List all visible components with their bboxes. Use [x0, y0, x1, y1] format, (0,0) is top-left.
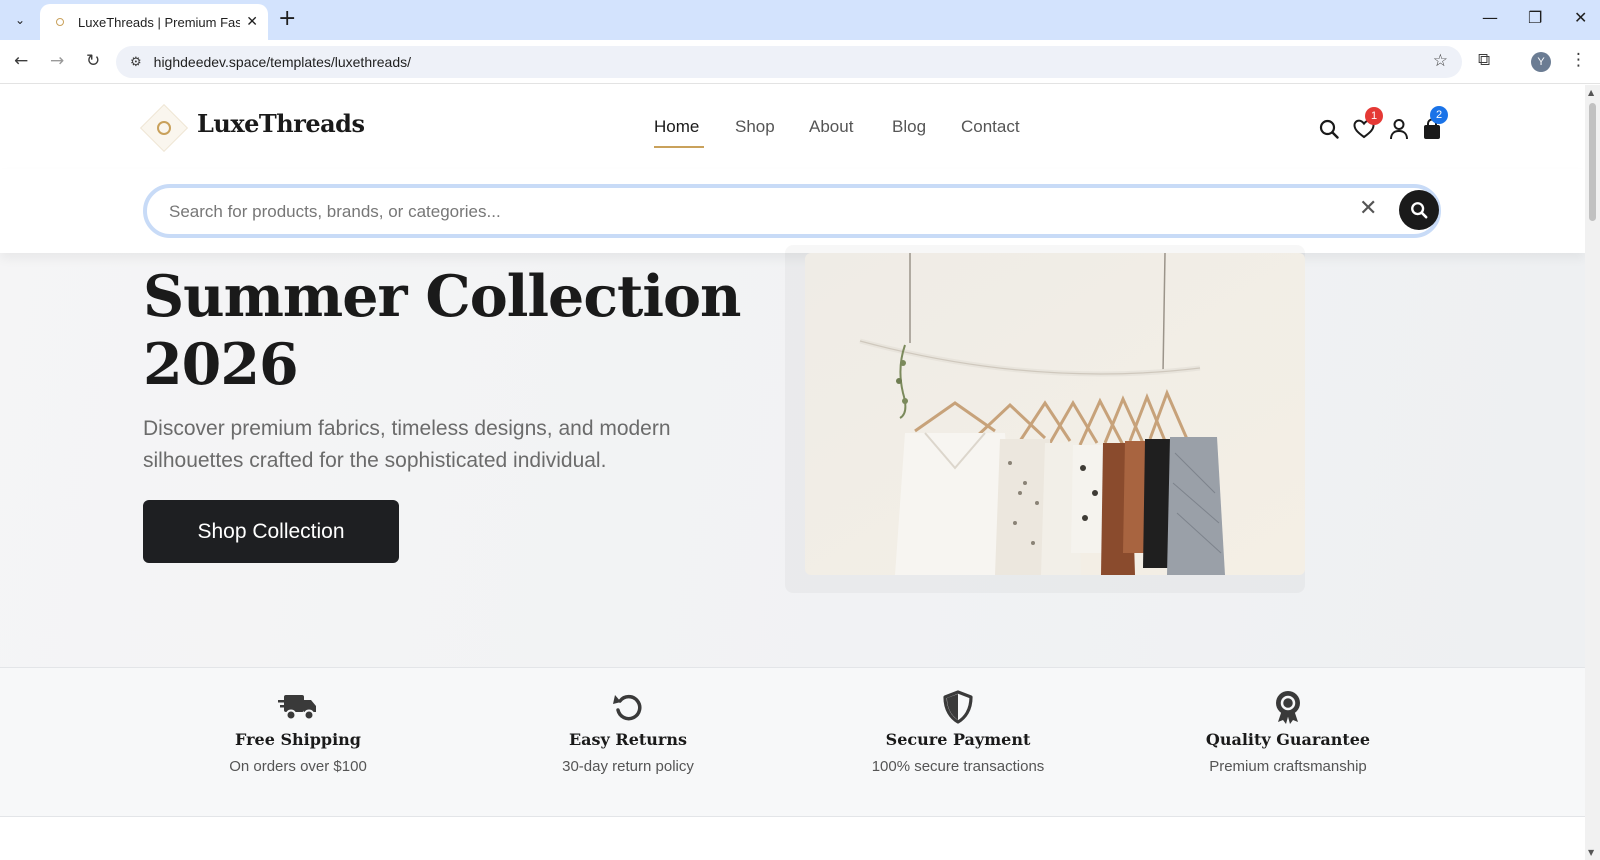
clear-search-icon[interactable]: ✕ [1359, 196, 1377, 221]
bookmark-star-icon[interactable]: ☆ [1433, 51, 1448, 71]
feature-desc: 30-day return policy [562, 758, 694, 775]
submit-search-button[interactable] [1399, 190, 1439, 230]
scroll-up-icon[interactable]: ▲ [1588, 88, 1594, 97]
undo-icon [608, 688, 648, 726]
site-settings-icon[interactable]: ⚙ [130, 55, 142, 70]
shield-icon [938, 688, 978, 726]
tab-title: LuxeThreads | Premium Fashion [78, 14, 241, 30]
extensions-icon[interactable]: ⧉ [1478, 50, 1490, 70]
profile-avatar[interactable]: Y [1531, 52, 1551, 72]
shop-collection-button[interactable]: Shop Collection [143, 500, 399, 563]
nav-home[interactable]: Home [654, 117, 699, 137]
award-icon [1268, 688, 1308, 726]
search-icon[interactable] [1315, 115, 1343, 143]
scroll-down-icon[interactable]: ▼ [1588, 848, 1594, 857]
account-user-icon[interactable] [1385, 115, 1413, 143]
truck-icon [278, 688, 318, 726]
hero-subtitle: Discover premium fabrics, timeless desig… [143, 417, 671, 472]
web-page: LuxeThreads Home Shop About Blog Contact… [0, 85, 1585, 860]
url-text[interactable]: highdeedev.space/templates/luxethreads/ [154, 54, 411, 70]
restore-icon[interactable]: ❐ [1528, 8, 1542, 27]
scrollbar-thumb[interactable] [1589, 103, 1596, 221]
active-nav-indicator [654, 146, 704, 148]
nav-shop[interactable]: Shop [735, 117, 775, 137]
feature-desc: Premium craftsmanship [1209, 758, 1367, 775]
window-close-icon[interactable]: ✕ [1574, 8, 1587, 27]
address-bar[interactable]: ⚙ highdeedev.space/templates/luxethreads… [116, 46, 1462, 78]
minimize-icon[interactable]: — [1482, 8, 1498, 27]
nav-contact[interactable]: Contact [961, 117, 1020, 137]
main-navigation: Home Shop About Blog Contact [0, 117, 1585, 147]
search-box: ✕ [143, 184, 1441, 238]
feature-title: Easy Returns [568, 730, 687, 749]
feature-desc: 100% secure transactions [871, 758, 1045, 775]
search-panel: ✕ [0, 169, 1585, 253]
forward-icon[interactable]: → [50, 51, 64, 71]
hero-title: Summer Collection 2026 [143, 263, 741, 398]
browser-menu-icon[interactable]: ⋮ [1570, 50, 1587, 70]
feature-title: Free Shipping [235, 730, 361, 749]
feature-title: Secure Payment [885, 730, 1031, 749]
new-tab-icon[interactable]: + [278, 8, 296, 30]
hero-clothing-rack-image [805, 253, 1305, 575]
features-bar: Free Shipping On orders over $100 Easy R… [0, 667, 1585, 817]
feature-title: Quality Guarantee [1205, 730, 1371, 749]
browser-tab[interactable]: LuxeThreads | Premium Fashion ✕ [40, 4, 268, 40]
favicon-icon [56, 18, 64, 26]
search-submit-icon [1411, 202, 1428, 219]
tab-close-icon[interactable]: ✕ [246, 14, 258, 30]
nav-blog[interactable]: Blog [892, 117, 926, 137]
cart-count-badge: 2 [1430, 106, 1448, 124]
reload-icon[interactable]: ↻ [86, 51, 100, 71]
page-scrollbar[interactable]: ▲ ▼ [1585, 85, 1600, 860]
back-icon[interactable]: ← [14, 51, 28, 71]
browser-toolbar: ← → ↻ ⚙ highdeedev.space/templates/luxet… [0, 40, 1600, 84]
nav-about[interactable]: About [809, 117, 853, 137]
search-input[interactable] [169, 199, 1289, 225]
site-header: LuxeThreads Home Shop About Blog Contact… [0, 85, 1585, 169]
feature-desc: On orders over $100 [229, 758, 367, 775]
wishlist-count-badge: 1 [1365, 107, 1383, 125]
browser-tab-bar: ⌄ LuxeThreads | Premium Fashion ✕ + — ❐ … [0, 0, 1600, 40]
tab-search-chevron-icon[interactable]: ⌄ [8, 9, 32, 31]
